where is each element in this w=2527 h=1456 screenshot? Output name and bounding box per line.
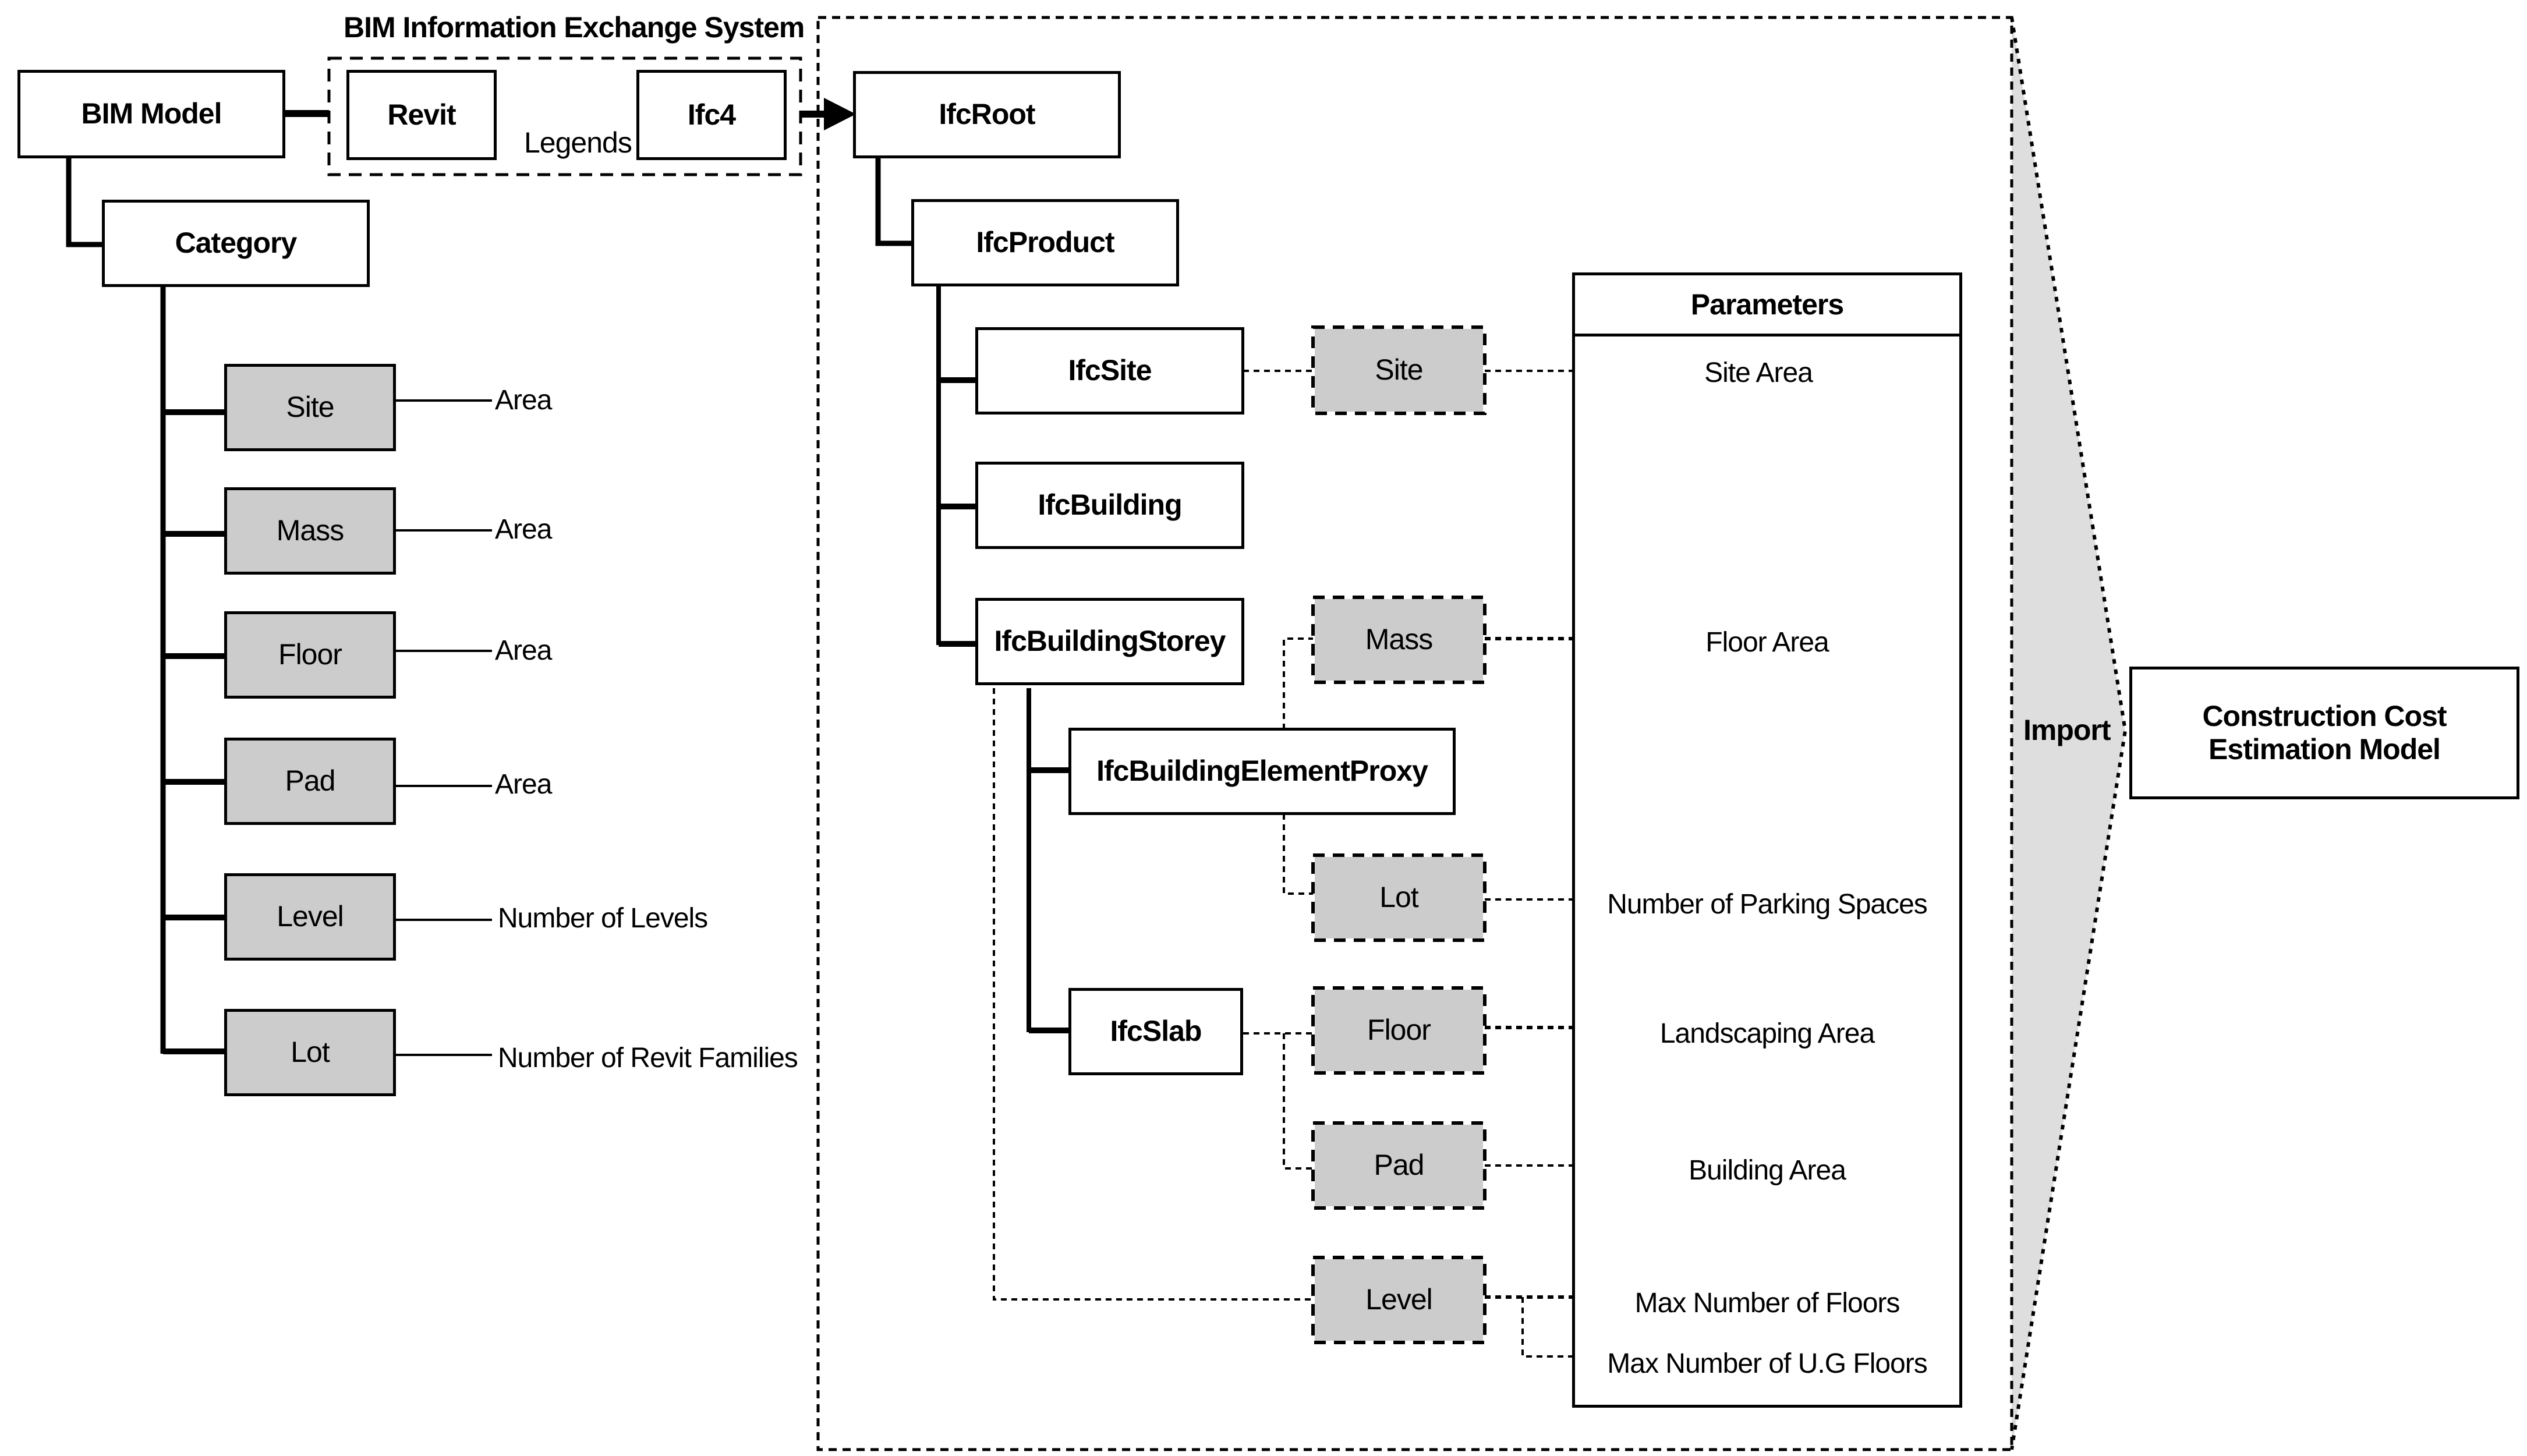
proxy-to-lot <box>1283 814 1313 895</box>
legend-ifc-label: Ifc4 <box>687 98 736 131</box>
revit-lot-node[interactable]: Lot <box>224 1009 396 1096</box>
mapped-floor-node[interactable]: Floor <box>1315 990 1483 1071</box>
param-building-area: Building Area <box>1689 1155 1846 1186</box>
ifcbuildingstorey-node[interactable]: IfcBuildingStorey <box>975 598 1244 685</box>
parameters-header: Parameters <box>1575 275 1959 336</box>
legend-revit-box: Revit <box>346 70 497 160</box>
bim-exchange-diagram: BIM Information Exchange System Revit Le… <box>0 0 2527 1456</box>
param-max-ug-floors: Max Number of U.G Floors <box>1607 1348 1927 1379</box>
revit-floor-attribute: Area <box>495 635 552 666</box>
mapped-site-node[interactable]: Site <box>1315 329 1483 412</box>
revit-level-node[interactable]: Level <box>224 873 396 961</box>
param-landscaping-area: Landscaping Area <box>1659 1018 1875 1049</box>
legend-revit-label: Revit <box>387 98 456 131</box>
import-label: Import <box>2023 714 2111 746</box>
param-parking-spaces: Number of Parking Spaces <box>1607 889 1928 920</box>
target-model-line1: Construction Cost <box>2202 699 2447 732</box>
param-site-area: Site Area <box>1704 357 1813 388</box>
ifcslab-node[interactable]: IfcSlab <box>1068 988 1243 1075</box>
category-node[interactable]: Category <box>102 200 370 287</box>
target-model-line2: Estimation Model <box>2209 733 2441 766</box>
ifcbuilding-node[interactable]: IfcBuilding <box>975 462 1244 549</box>
mapped-lot-node[interactable]: Lot <box>1315 857 1483 938</box>
revit-lot-attribute: Number of Revit Families <box>498 1043 798 1074</box>
bim-model-node[interactable]: BIM Model <box>17 70 285 158</box>
ifcproduct-node[interactable]: IfcProduct <box>911 199 1179 286</box>
revit-floor-node[interactable]: Floor <box>224 611 396 699</box>
revit-mass-node[interactable]: Mass <box>224 487 396 575</box>
ifcsite-node[interactable]: IfcSite <box>975 327 1244 415</box>
system-title: BIM Information Exchange System <box>344 11 805 44</box>
legend-label: Legends <box>524 126 632 159</box>
mapped-pad-node[interactable]: Pad <box>1315 1125 1483 1206</box>
param-max-floors: Max Number of Floors <box>1634 1288 1900 1319</box>
parameters-panel: Parameters Site Area Floor Area Number o… <box>1572 272 1962 1408</box>
arrow-head-icon <box>824 98 856 130</box>
mapped-level-node[interactable]: Level <box>1315 1259 1483 1341</box>
bim-to-category-connector <box>66 157 102 247</box>
revit-pad-node[interactable]: Pad <box>224 738 396 825</box>
revit-pad-attribute: Area <box>495 769 552 800</box>
ifcbuildingelementproxy-node[interactable]: IfcBuildingElementProxy <box>1068 728 1456 815</box>
revit-level-attribute: Number of Levels <box>498 903 708 934</box>
root-to-product-connector <box>875 157 911 246</box>
level-to-ug-floors <box>1521 1297 1572 1358</box>
proxy-to-mass <box>1283 637 1313 729</box>
revit-mass-attribute: Area <box>495 514 552 545</box>
slab-to-pad <box>1283 1033 1313 1170</box>
legend-ifc-box: Ifc4 <box>636 70 787 160</box>
param-floor-area: Floor Area <box>1705 627 1829 658</box>
construction-cost-estimation-model-node[interactable]: Construction Cost Estimation Model <box>2129 667 2519 799</box>
ifcroot-node[interactable]: IfcRoot <box>853 71 1121 158</box>
revit-site-node[interactable]: Site <box>224 364 396 451</box>
revit-site-attribute: Area <box>495 385 552 416</box>
mapped-mass-node[interactable]: Mass <box>1315 599 1483 681</box>
